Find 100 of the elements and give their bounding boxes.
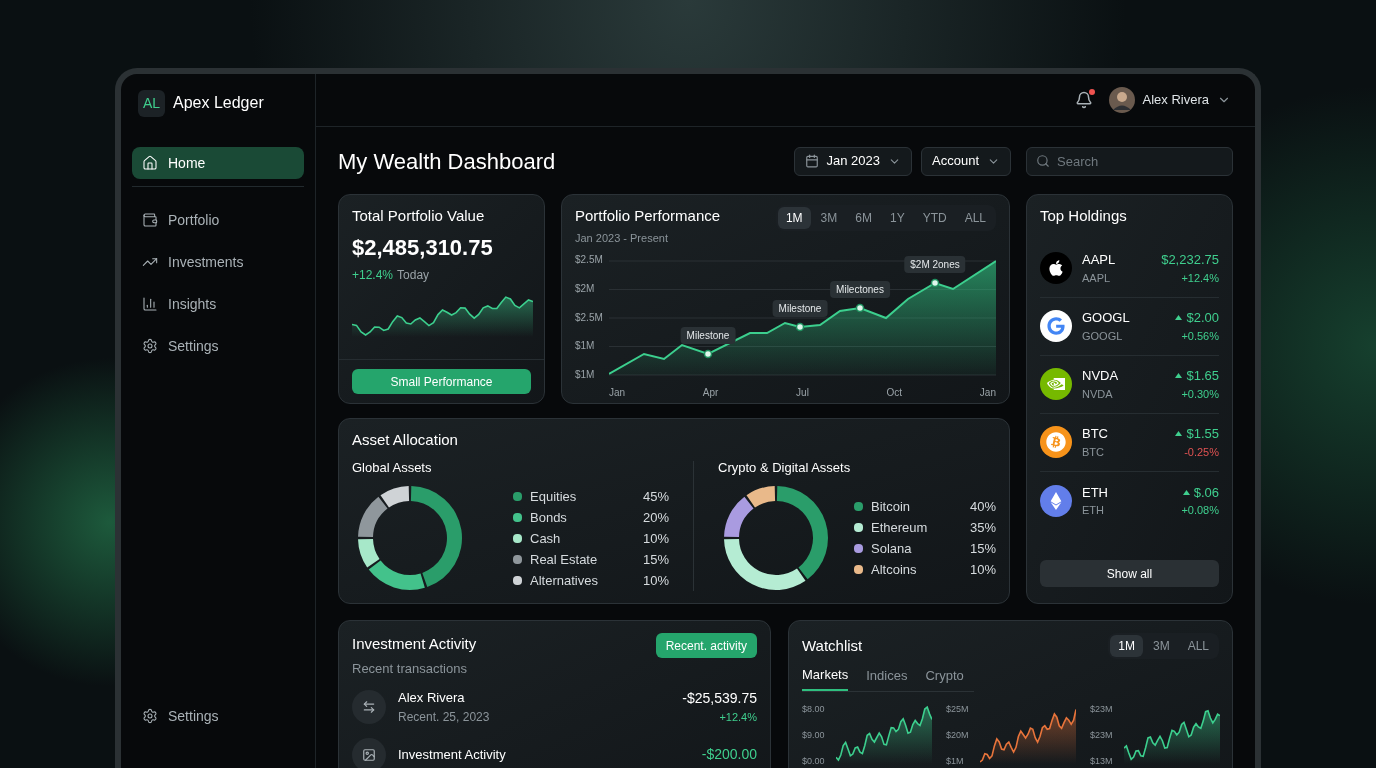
transaction-name: Investment Activity bbox=[398, 745, 506, 764]
card-title: Portfolio Performance bbox=[575, 206, 721, 226]
range-tab[interactable]: 3M bbox=[812, 207, 846, 229]
ticker-symbol: GOOGL bbox=[1082, 309, 1130, 327]
range-tab[interactable]: YTD bbox=[914, 207, 955, 229]
account-dropdown[interactable]: Account bbox=[921, 146, 1011, 176]
page-title: My Wealth Dashboard bbox=[338, 147, 556, 176]
axis-label: $25M bbox=[946, 703, 970, 714]
eye-swirl-icon bbox=[1047, 375, 1065, 393]
nav-item[interactable]: Insights bbox=[132, 288, 304, 320]
price: $1.65 bbox=[1186, 367, 1219, 385]
change-percent: -0.25% bbox=[1184, 444, 1219, 460]
legend-value: 10% bbox=[642, 571, 669, 589]
axis-label: Jan bbox=[609, 386, 626, 400]
axis-label: $2.5M bbox=[575, 311, 604, 324]
card-subtitle: Jan 2023 - Present bbox=[575, 230, 669, 246]
search-icon bbox=[1036, 153, 1050, 168]
bitcoin-icon bbox=[1046, 432, 1066, 452]
axis-label: $13M bbox=[1090, 755, 1114, 766]
ticker-subtitle: ETH bbox=[1082, 503, 1105, 518]
range-tab[interactable]: 6M bbox=[847, 207, 880, 229]
axis-label: Jan bbox=[979, 386, 996, 400]
milestone-point bbox=[703, 349, 713, 359]
range-tab[interactable]: ALL bbox=[1179, 635, 1217, 657]
show-all-button[interactable]: Show all bbox=[1040, 560, 1219, 587]
legend-label: Cash bbox=[530, 529, 561, 547]
ticker-subtitle: GOOGL bbox=[1082, 328, 1124, 344]
letter-g-icon bbox=[1047, 317, 1065, 335]
watchlist-tab[interactable]: Markets bbox=[802, 665, 849, 691]
axis-label: $2.5M bbox=[575, 254, 604, 266]
price: $1.55 bbox=[1186, 425, 1219, 443]
image-icon bbox=[362, 747, 376, 762]
notification-icon[interactable] bbox=[1074, 91, 1093, 109]
range-tab[interactable]: 1M bbox=[777, 207, 811, 229]
ticker-subtitle: BTC bbox=[1082, 444, 1105, 460]
nav-item[interactable]: Settings bbox=[132, 330, 304, 362]
date-picker[interactable]: Jan 2023 bbox=[793, 146, 912, 176]
change-percent: +0.08% bbox=[1181, 503, 1219, 518]
change-percent: +12.4% bbox=[352, 266, 394, 284]
calendar-icon bbox=[804, 154, 819, 168]
range-tab[interactable]: 1Y bbox=[881, 207, 913, 229]
axis-label: $0.00 bbox=[802, 755, 826, 766]
chart-title: Crypto & Digital Assets bbox=[718, 458, 852, 477]
legend-value: 20% bbox=[642, 508, 669, 526]
milestone-point bbox=[855, 303, 865, 313]
milestone-tag: Milestone bbox=[772, 300, 828, 317]
legend-value: 15% bbox=[969, 540, 996, 557]
change-label: Today bbox=[397, 266, 430, 284]
transaction-date: Recent. 25, 2023 bbox=[398, 708, 490, 726]
change-percent: +12.4% bbox=[1181, 270, 1219, 286]
settings-icon bbox=[142, 708, 158, 724]
legend-label: Altcoins bbox=[871, 561, 917, 578]
chart-title: Global Assets bbox=[352, 458, 433, 477]
swap-arrows-icon bbox=[362, 699, 376, 714]
logo-badge: AL bbox=[138, 89, 165, 117]
axis-label: Oct bbox=[886, 386, 903, 400]
legend-value: 10% bbox=[642, 529, 669, 547]
legend-label: Solana bbox=[871, 540, 912, 557]
home-icon bbox=[142, 155, 158, 171]
search-field[interactable]: Search bbox=[1026, 146, 1233, 176]
bar-chart-icon bbox=[142, 296, 158, 312]
price: $2.00 bbox=[1186, 309, 1219, 327]
axis-label: $1M bbox=[575, 340, 596, 353]
transaction-amount: -$25,539.75 bbox=[682, 689, 757, 708]
transaction-name: Alex Rivera bbox=[398, 689, 466, 707]
range-tab[interactable]: ALL bbox=[956, 207, 994, 229]
portfolio-value: $2,485,310.75 bbox=[352, 233, 494, 262]
axis-label: Jul bbox=[796, 386, 809, 400]
watchlist-tab[interactable]: Crypto bbox=[925, 665, 964, 691]
price: $.06 bbox=[1193, 483, 1219, 502]
avatar bbox=[1108, 87, 1135, 113]
milestone-point bbox=[930, 278, 940, 288]
range-tab[interactable]: 3M bbox=[1144, 635, 1178, 657]
nav-item[interactable]: Settings bbox=[132, 700, 304, 732]
nav-item[interactable]: Home bbox=[132, 147, 304, 179]
nav-item[interactable]: Investments bbox=[132, 246, 304, 278]
axis-label: $9.00 bbox=[802, 729, 826, 740]
axis-label: $23M bbox=[1090, 703, 1114, 714]
milestone-point bbox=[795, 322, 805, 332]
ticker-symbol: ETH bbox=[1082, 483, 1108, 502]
change-percent: +12.4% bbox=[719, 710, 757, 725]
ticker-symbol: NVDA bbox=[1082, 367, 1119, 385]
legend-value: 10% bbox=[969, 561, 996, 578]
user-name: Alex Rivera bbox=[1142, 91, 1209, 110]
axis-label: $1M bbox=[575, 369, 596, 381]
card-title: Top Holdings bbox=[1040, 206, 1128, 226]
legend-value: 35% bbox=[969, 519, 996, 536]
legend-label: Real Estate bbox=[530, 550, 598, 568]
nav-item[interactable]: Portfolio bbox=[132, 204, 304, 236]
axis-label: $1M bbox=[946, 755, 965, 766]
watchlist-tab[interactable]: Indices bbox=[866, 665, 908, 691]
card-title: Total Portfolio Value bbox=[352, 206, 486, 226]
legend-label: Bitcoin bbox=[871, 498, 911, 515]
card-title: Asset Allocation bbox=[352, 430, 459, 450]
range-tab[interactable]: 1M bbox=[1110, 635, 1143, 657]
settings-icon bbox=[142, 338, 158, 354]
change-percent: +0.56% bbox=[1181, 328, 1219, 344]
ticker-symbol: AAPL bbox=[1082, 251, 1116, 269]
ticker-subtitle: AAPL bbox=[1082, 270, 1112, 286]
legend-value: 40% bbox=[969, 498, 996, 515]
